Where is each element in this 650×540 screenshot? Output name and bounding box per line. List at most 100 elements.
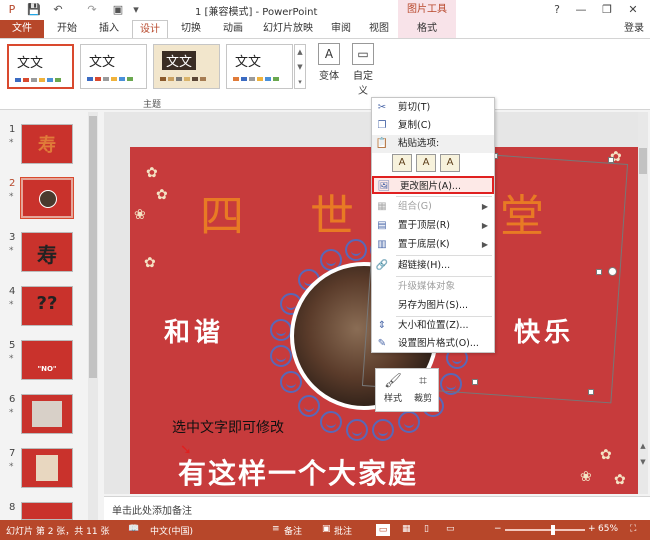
thumb-number: 4: [9, 286, 16, 297]
resize-handle[interactable]: [596, 269, 602, 275]
powerpoint-logo-icon: P: [8, 3, 16, 16]
language-text[interactable]: 中文(中国): [150, 524, 193, 537]
theme-thumbnail-3[interactable]: 文文: [153, 44, 220, 89]
menu-item-size-position[interactable]: ⇕ 大小和位置(Z)...: [372, 317, 494, 335]
undo-icon[interactable]: ↶: [50, 2, 66, 18]
slide-scroll-thumb[interactable]: [639, 148, 647, 174]
animation-star-icon: *: [9, 300, 14, 310]
menu-item-upgrade-media[interactable]: 升级媒体对象: [372, 278, 494, 296]
zoom-out-icon[interactable]: −: [494, 524, 502, 534]
tab-animations[interactable]: 动画: [216, 20, 250, 38]
thumbnails-scrollbar[interactable]: [88, 112, 98, 520]
notes-pane[interactable]: 单击此处添加备注: [104, 496, 650, 520]
tab-format[interactable]: 格式: [398, 20, 456, 38]
flower-icon: ✿: [146, 165, 158, 181]
notes-toggle[interactable]: 备注: [284, 524, 302, 537]
help-button[interactable]: ?: [548, 2, 566, 18]
animation-star-icon: *: [9, 408, 14, 418]
resize-handle[interactable]: [588, 389, 594, 395]
normal-view-icon[interactable]: ▭: [376, 524, 390, 536]
login-link[interactable]: 登录: [624, 20, 644, 38]
gallery-up-icon[interactable]: ▲: [295, 45, 305, 60]
zoom-in-icon[interactable]: +: [588, 524, 596, 534]
restore-button[interactable]: ❐: [598, 2, 616, 18]
tab-design[interactable]: 设计: [132, 20, 168, 38]
theme-thumbnail-1[interactable]: 文文: [7, 44, 74, 89]
slide-thumbnail-5[interactable]: "NO": [21, 340, 73, 380]
thumbnails-scroll-thumb[interactable]: [89, 116, 97, 378]
menu-item-change-picture[interactable]: 🖼 更改图片(A)...: [372, 176, 494, 194]
zoom-slider[interactable]: [505, 525, 585, 535]
theme-thumbnail-4[interactable]: 文文: [226, 44, 293, 89]
variant-button[interactable]: A 变体: [316, 43, 342, 82]
menu-separator: [396, 276, 492, 277]
resize-handle[interactable]: [608, 157, 614, 163]
rotate-handle[interactable]: [608, 267, 617, 276]
slide-scrollbar[interactable]: ▲ ▼: [638, 112, 648, 494]
smiley-icon: [280, 371, 302, 393]
gallery-down-icon[interactable]: ▼: [295, 60, 305, 75]
gallery-more-icon[interactable]: ▾: [295, 75, 305, 90]
tab-file[interactable]: 文件: [0, 20, 44, 38]
animation-star-icon: *: [9, 192, 14, 202]
reading-view-icon[interactable]: ▯: [424, 524, 429, 534]
slide-thumbnail-6[interactable]: [21, 394, 73, 434]
left-word-text[interactable]: 和谐: [164, 312, 224, 349]
comments-toggle[interactable]: 批注: [334, 524, 352, 537]
zoom-level[interactable]: 65%: [598, 524, 618, 534]
customize-toolbar-icon[interactable]: ▾: [128, 2, 144, 18]
title-char-2[interactable]: 世: [310, 180, 354, 244]
paste-picture-icon[interactable]: A: [416, 154, 436, 172]
slide-thumbnail-7[interactable]: [21, 448, 73, 488]
theme-color-bars: [15, 78, 61, 82]
slideshow-view-icon[interactable]: ▭: [446, 524, 455, 534]
zoom-slider-knob[interactable]: [551, 525, 555, 535]
menu-item-send-to-back[interactable]: ▥ 置于底层(K) ▶: [372, 236, 494, 254]
redo-icon[interactable]: ↷: [84, 2, 100, 18]
title-char-1[interactable]: 四: [200, 180, 244, 244]
resize-handle[interactable]: [472, 379, 478, 385]
slide-thumbnail-4[interactable]: ??: [21, 286, 73, 326]
animation-star-icon: *: [9, 246, 14, 256]
tab-home[interactable]: 开始: [50, 20, 84, 38]
right-word-text[interactable]: 快乐: [514, 312, 574, 349]
slide-sorter-icon[interactable]: ▦: [402, 524, 411, 534]
customize-button[interactable]: ▭ 自定 义: [350, 43, 376, 97]
minimize-button[interactable]: —: [572, 2, 590, 18]
slide-thumbnail-2[interactable]: [20, 177, 74, 219]
menu-item-save-as-picture[interactable]: 另存为图片(S)...: [372, 297, 494, 315]
theme-gallery-scroll[interactable]: ▲ ▼ ▾: [294, 44, 306, 89]
menu-item-copy[interactable]: ❐ 复制(C): [372, 117, 494, 135]
title-char-3[interactable]: 堂: [500, 180, 544, 244]
menu-item-hyperlink[interactable]: 🔗 超链接(H)...: [372, 257, 494, 275]
tab-transitions[interactable]: 切换: [174, 20, 208, 38]
fit-to-window-icon[interactable]: ⛶: [630, 524, 636, 534]
menu-item-group[interactable]: ▦ 组合(G) ▶: [372, 198, 494, 216]
slide-thumbnail-3[interactable]: 寿: [21, 232, 73, 272]
save-icon[interactable]: 💾: [26, 2, 42, 18]
previous-slide-icon[interactable]: ▲: [638, 442, 648, 450]
spell-check-icon[interactable]: 📖: [128, 524, 139, 534]
red-arrow-icon: ➘: [180, 442, 192, 458]
crop-button[interactable]: ⌗ 裁剪: [408, 373, 438, 404]
slide-thumbnail-1[interactable]: 寿: [21, 124, 73, 164]
next-slide-icon[interactable]: ▼: [638, 458, 648, 466]
style-button[interactable]: 🖌 样式: [378, 373, 408, 404]
menu-item-format-picture[interactable]: ✎ 设置图片格式(O)...: [372, 335, 494, 353]
menu-item-bring-to-front[interactable]: ▤ 置于顶层(R) ▶: [372, 217, 494, 235]
picture-tools-label: 图片工具: [398, 0, 456, 20]
ribbon: 文文 文文 文文 文文 ▲ ▼ ▾ 主题 A 变体 ▭ 自定 义: [0, 38, 650, 110]
start-slideshow-icon[interactable]: ▣: [110, 2, 126, 18]
tab-review[interactable]: 审阅: [326, 20, 356, 38]
menu-item-cut[interactable]: ✂ 剪切(T): [372, 99, 494, 117]
slide-thumbnail-8[interactable]: [21, 502, 73, 520]
paste-options-row: A A A: [392, 154, 460, 172]
paste-text-only-icon[interactable]: A: [440, 154, 460, 172]
tab-slideshow[interactable]: 幻灯片放映: [258, 20, 318, 38]
theme-thumbnail-2[interactable]: 文文: [80, 44, 147, 89]
paste-keep-format-icon[interactable]: A: [392, 154, 412, 172]
bottom-title-text[interactable]: 有这样一个大家庭: [178, 452, 418, 492]
tab-view[interactable]: 视图: [364, 20, 394, 38]
tab-insert[interactable]: 插入: [92, 20, 126, 38]
close-button[interactable]: ✕: [624, 2, 642, 18]
